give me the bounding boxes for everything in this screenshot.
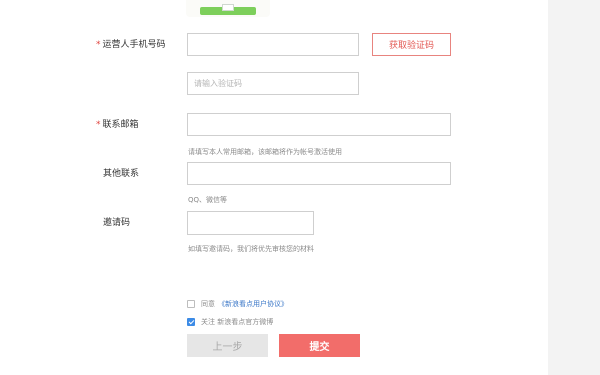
follow-checkbox[interactable] [187, 318, 195, 326]
other-contact-hint: QQ、微信等 [188, 196, 228, 204]
illustration-image [186, 0, 270, 17]
user-agreement-link[interactable]: 《新浪看点用户协议》 [218, 299, 288, 309]
follow-row: 关注 新浪看点官方微博 [187, 317, 273, 327]
required-mark: * [96, 120, 101, 130]
agreement-row: 同意 《新浪看点用户协议》 [187, 299, 288, 309]
submit-button[interactable]: 提交 [279, 334, 360, 357]
invite-code-label: 邀请码 [103, 218, 131, 228]
other-contact-input[interactable] [187, 162, 451, 185]
verification-code-input[interactable]: 请输入验证码 [187, 72, 359, 95]
right-gutter [548, 0, 600, 375]
agreement-checkbox[interactable] [187, 300, 195, 308]
email-label: * 联系邮箱 [96, 119, 139, 131]
phone-label: * 运营人手机号码 [96, 39, 166, 51]
phone-input[interactable] [187, 33, 359, 56]
email-input[interactable] [187, 113, 451, 136]
illustration-slot [222, 4, 234, 11]
phone-label-text: 运营人手机号码 [102, 40, 166, 50]
get-code-button[interactable]: 获取验证码 [372, 33, 451, 56]
follow-label: 关注 新浪看点官方微博 [201, 318, 274, 326]
required-mark: * [96, 40, 101, 50]
prev-step-button[interactable]: 上一步 [187, 334, 268, 357]
email-label-text: 联系邮箱 [102, 120, 139, 130]
email-hint: 请填写本人常用邮箱，该邮箱将作为帐号激活使用 [188, 148, 342, 156]
invite-code-input[interactable] [187, 211, 314, 235]
other-contact-label: 其他联系 [103, 169, 140, 179]
agreement-prefix: 同意 [201, 300, 215, 308]
invite-code-hint: 如填写邀请码，我们将优先审核您的材料 [188, 245, 314, 253]
